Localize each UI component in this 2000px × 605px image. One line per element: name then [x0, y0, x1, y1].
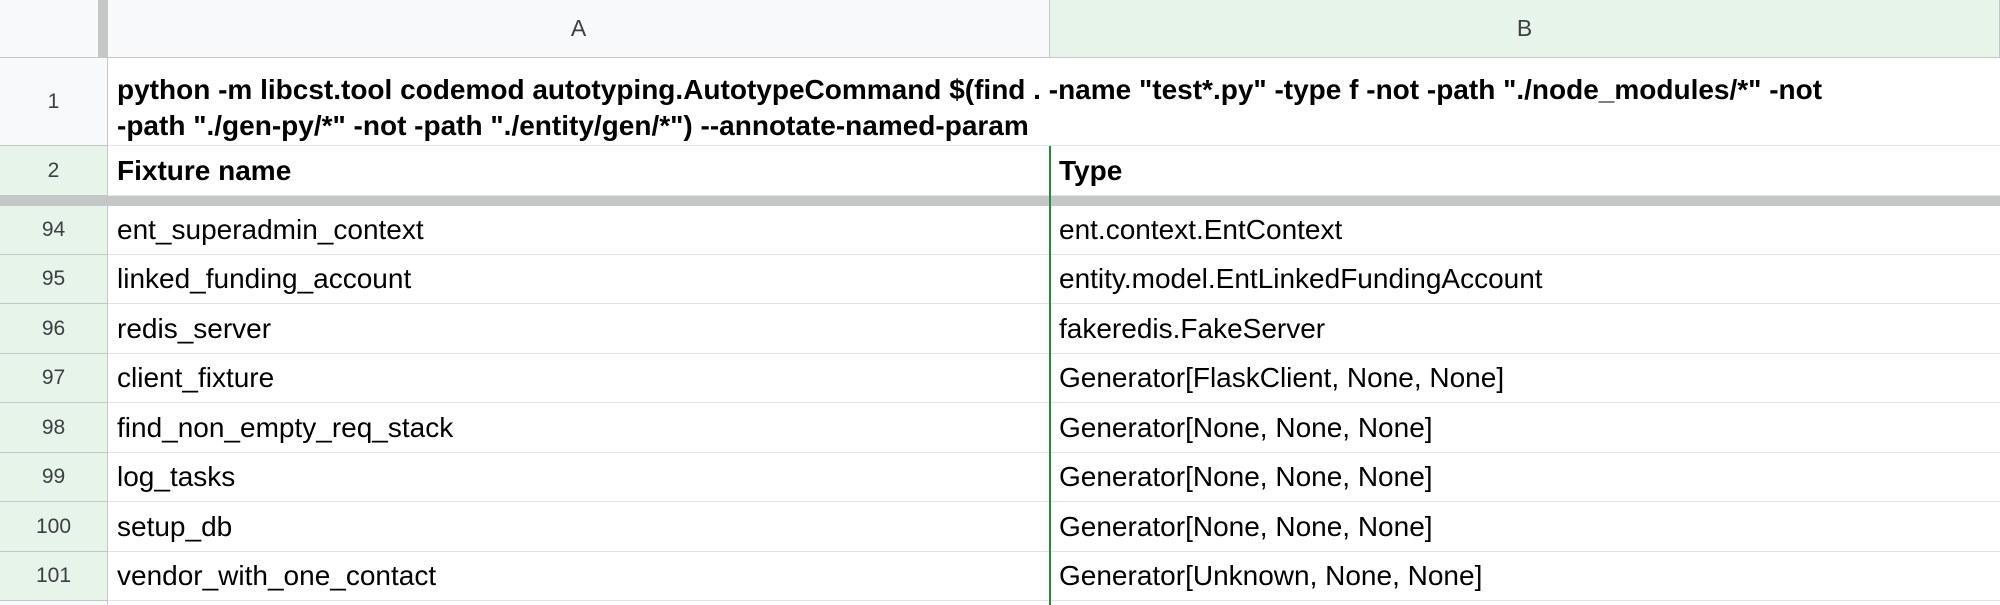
- cell-b95[interactable]: entity.model.EntLinkedFundingAccount: [1050, 255, 2000, 304]
- selection-border: [1049, 146, 1051, 605]
- command-text-line-2: -path "./gen-py/*" -not -path "./entity/…: [117, 110, 1029, 141]
- row-header-97[interactable]: 97: [0, 354, 108, 403]
- spreadsheet-grid: A B 1 python -m libcst.tool codemod auto…: [0, 0, 2000, 605]
- freeze-divider[interactable]: [0, 196, 2000, 206]
- cell-a97[interactable]: client_fixture: [108, 354, 1050, 403]
- command-cell[interactable]: python -m libcst.tool codemod autotyping…: [108, 58, 2000, 146]
- select-all-corner[interactable]: [0, 0, 108, 58]
- freeze-handle-vertical[interactable]: [98, 0, 108, 58]
- column-header-b[interactable]: B: [1050, 0, 2000, 58]
- row-header-99[interactable]: 99: [0, 453, 108, 502]
- header-cell-fixture-name[interactable]: Fixture name: [108, 146, 1050, 196]
- cell-a100[interactable]: setup_db: [108, 502, 1050, 552]
- row-header-101[interactable]: 101: [0, 552, 108, 601]
- cell-a95[interactable]: linked_funding_account: [108, 255, 1050, 304]
- cell-b98[interactable]: Generator[None, None, None]: [1050, 403, 2000, 453]
- row-header-96[interactable]: 96: [0, 304, 108, 354]
- cell-a96[interactable]: redis_server: [108, 304, 1050, 354]
- cell-a101[interactable]: vendor_with_one_contact: [108, 552, 1050, 601]
- row-header-partial: [0, 601, 108, 605]
- cell-b99[interactable]: Generator[None, None, None]: [1050, 453, 2000, 502]
- row-header-2[interactable]: 2: [0, 146, 108, 196]
- row-header-1[interactable]: 1: [0, 58, 108, 146]
- column-header-a[interactable]: A: [108, 0, 1050, 58]
- cell-a94[interactable]: ent_superadmin_context: [108, 206, 1050, 255]
- cell-b97[interactable]: Generator[FlaskClient, None, None]: [1050, 354, 2000, 403]
- cell-b96[interactable]: fakeredis.FakeServer: [1050, 304, 2000, 354]
- row-header-94[interactable]: 94: [0, 206, 108, 255]
- header-cell-type[interactable]: Type: [1050, 146, 2000, 196]
- row-header-98[interactable]: 98: [0, 403, 108, 453]
- row-header-95[interactable]: 95: [0, 255, 108, 304]
- cell-a99[interactable]: log_tasks: [108, 453, 1050, 502]
- cell-b100[interactable]: Generator[None, None, None]: [1050, 502, 2000, 552]
- cell-b94[interactable]: ent.context.EntContext: [1050, 206, 2000, 255]
- cell-a98[interactable]: find_non_empty_req_stack: [108, 403, 1050, 453]
- command-text-line-1: python -m libcst.tool codemod autotyping…: [117, 74, 1823, 105]
- cell-b101[interactable]: Generator[Unknown, None, None]: [1050, 552, 2000, 601]
- row-header-100[interactable]: 100: [0, 502, 108, 552]
